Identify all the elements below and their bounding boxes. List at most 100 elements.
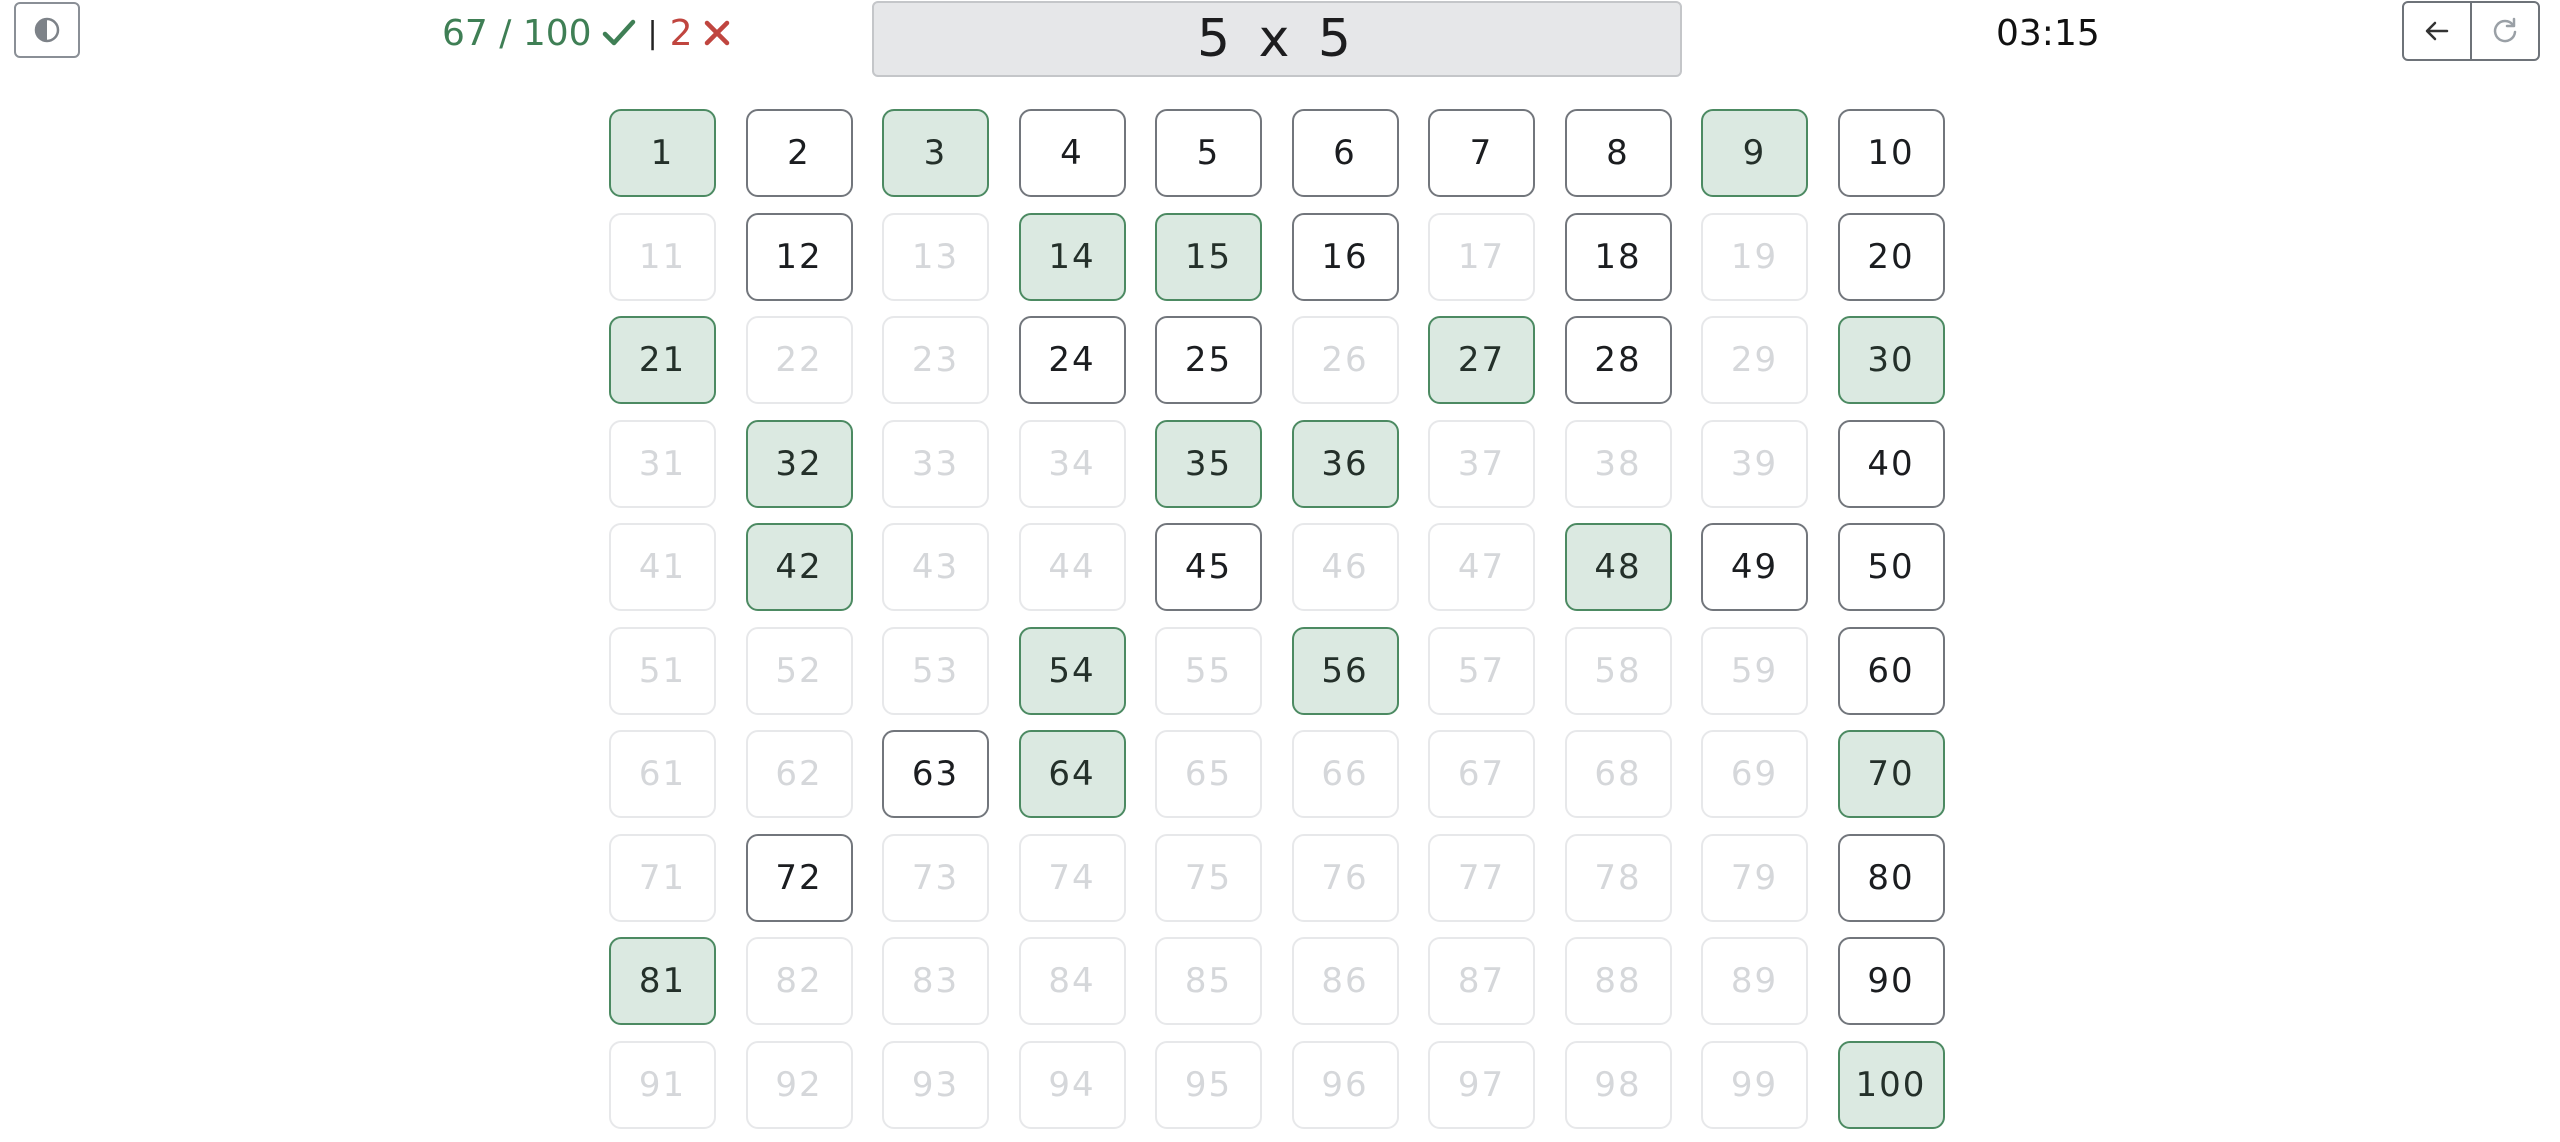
grid-cell-10[interactable]: 10	[1837, 109, 1945, 197]
grid-cell-41: 41	[609, 523, 716, 611]
grid-cell-4[interactable]: 4	[1018, 109, 1126, 197]
grid-cell-81: 81	[609, 937, 716, 1025]
grid-cell-20[interactable]: 20	[1837, 212, 1945, 301]
grid-cell-46: 46	[1291, 523, 1399, 611]
grid-cell-9: 9	[1701, 109, 1808, 197]
grid-cell-77: 77	[1428, 833, 1535, 922]
grid-cell-22: 22	[745, 316, 853, 404]
grid-cell-36: 36	[1291, 419, 1399, 508]
grid-cell-80[interactable]: 80	[1837, 833, 1945, 922]
grid-cell-25[interactable]: 25	[1155, 316, 1262, 404]
grid-cell-84: 84	[1018, 937, 1126, 1025]
grid-cell-7[interactable]: 7	[1428, 109, 1535, 197]
grid-cell-68: 68	[1564, 730, 1672, 818]
grid-cell-97: 97	[1428, 1040, 1535, 1129]
grid-cell-2[interactable]: 2	[745, 109, 853, 197]
back-button[interactable]	[2404, 3, 2470, 59]
grid-cell-93: 93	[882, 1040, 989, 1129]
grid-cell-57: 57	[1428, 626, 1535, 715]
grid-cell-17: 17	[1428, 212, 1535, 301]
grid-cell-100: 100	[1837, 1040, 1945, 1129]
grid-cell-89: 89	[1701, 937, 1808, 1025]
grid-cell-62: 62	[745, 730, 853, 818]
grid-cell-30: 30	[1837, 316, 1945, 404]
grid-cell-83: 83	[882, 937, 989, 1025]
grid-cell-59: 59	[1701, 626, 1808, 715]
grid-cell-49[interactable]: 49	[1701, 523, 1808, 611]
grid-cell-69: 69	[1701, 730, 1808, 818]
grid-cell-86: 86	[1291, 937, 1399, 1025]
grid-cell-42: 42	[745, 523, 853, 611]
number-grid: 1 2 3 4 5 6 7 8 9 10 11 12 13 14 15 16 17 18 19 20 21 22 23 24 2…	[609, 109, 1945, 1129]
grid-cell-72[interactable]: 72	[745, 833, 853, 922]
grid-cell-16[interactable]: 16	[1291, 212, 1399, 301]
grid-cell-91: 91	[609, 1040, 716, 1129]
grid-cell-60[interactable]: 60	[1837, 626, 1945, 715]
grid-cell-65: 65	[1155, 730, 1262, 818]
grid-cell-92: 92	[745, 1040, 853, 1129]
grid-cell-27: 27	[1428, 316, 1535, 404]
grid-cell-40[interactable]: 40	[1837, 419, 1945, 508]
grid-cell-31: 31	[609, 419, 716, 508]
grid-cell-45[interactable]: 45	[1155, 523, 1262, 611]
timer: 03:15	[1996, 12, 2100, 54]
theme-toggle-button[interactable]	[14, 2, 80, 58]
contrast-half-circle-icon	[34, 17, 60, 43]
grid-cell-79: 79	[1701, 833, 1808, 922]
grid-cell-43: 43	[882, 523, 989, 611]
grid-cell-24[interactable]: 24	[1018, 316, 1126, 404]
grid-cell-35: 35	[1155, 419, 1262, 508]
grid-cell-63[interactable]: 63	[882, 730, 989, 818]
grid-cell-48: 48	[1564, 523, 1672, 611]
grid-cell-75: 75	[1155, 833, 1262, 922]
grid-cell-39: 39	[1701, 419, 1808, 508]
grid-cell-56: 56	[1291, 626, 1399, 715]
grid-cell-99: 99	[1701, 1040, 1808, 1129]
grid-cell-12[interactable]: 12	[745, 212, 853, 301]
grid-cell-87: 87	[1428, 937, 1535, 1025]
grid-cell-71: 71	[609, 833, 716, 922]
grid-cell-53: 53	[882, 626, 989, 715]
grid-cell-8[interactable]: 8	[1564, 109, 1672, 197]
grid-cell-34: 34	[1018, 419, 1126, 508]
grid-cell-61: 61	[609, 730, 716, 818]
grid-cell-67: 67	[1428, 730, 1535, 818]
grid-cell-50[interactable]: 50	[1837, 523, 1945, 611]
grid-cell-96: 96	[1291, 1040, 1399, 1129]
grid-cell-18[interactable]: 18	[1564, 212, 1672, 301]
grid-cell-64: 64	[1018, 730, 1126, 818]
restart-button[interactable]	[2470, 3, 2538, 59]
question-display: 5 x 5	[872, 1, 1682, 77]
grid-cell-15: 15	[1155, 212, 1262, 301]
grid-cell-58: 58	[1564, 626, 1672, 715]
grid-cell-37: 37	[1428, 419, 1535, 508]
grid-cell-5[interactable]: 5	[1155, 109, 1262, 197]
score-display: 67 / 100 | 2	[442, 8, 731, 58]
grid-cell-73: 73	[882, 833, 989, 922]
control-buttons	[2402, 1, 2540, 61]
grid-cell-78: 78	[1564, 833, 1672, 922]
grid-cell-28[interactable]: 28	[1564, 316, 1672, 404]
score-separator: |	[647, 15, 658, 51]
grid-cell-74: 74	[1018, 833, 1126, 922]
grid-cell-85: 85	[1155, 937, 1262, 1025]
arrow-left-icon	[2425, 21, 2449, 41]
grid-cell-11: 11	[609, 212, 716, 301]
grid-cell-29: 29	[1701, 316, 1808, 404]
restart-icon	[2493, 17, 2517, 43]
grid-cell-1: 1	[609, 109, 716, 197]
grid-cell-38: 38	[1564, 419, 1672, 508]
grid-cell-52: 52	[745, 626, 853, 715]
grid-cell-51: 51	[609, 626, 716, 715]
grid-cell-76: 76	[1291, 833, 1399, 922]
grid-cell-21: 21	[609, 316, 716, 404]
grid-cell-19: 19	[1701, 212, 1808, 301]
grid-cell-70: 70	[1837, 730, 1945, 818]
grid-cell-6[interactable]: 6	[1291, 109, 1399, 197]
correct-count: 67 / 100	[442, 12, 592, 54]
grid-cell-90[interactable]: 90	[1837, 937, 1945, 1025]
grid-cell-14: 14	[1018, 212, 1126, 301]
grid-cell-13: 13	[882, 212, 989, 301]
cross-icon	[704, 20, 729, 46]
grid-cell-44: 44	[1018, 523, 1126, 611]
